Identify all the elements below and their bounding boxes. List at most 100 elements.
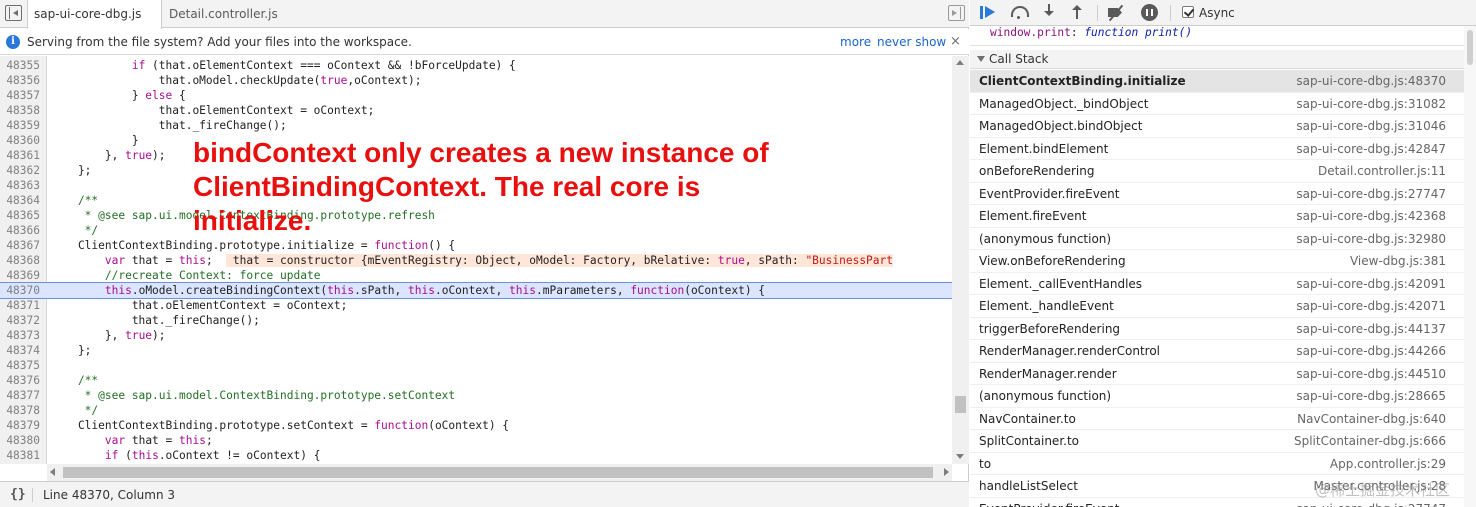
code-line[interactable]: 48371 that.oElementContext = oContext;: [0, 298, 952, 313]
call-frame[interactable]: SplitContainer.to SplitContainer-dbg.js:6…: [970, 430, 1464, 453]
call-frame[interactable]: Element.bindElement sap-ui-core-dbg.js:42…: [970, 138, 1464, 161]
line-number[interactable]: 48358: [0, 103, 40, 118]
toggle-navigator-icon[interactable]: [5, 5, 22, 21]
scroll-thumb[interactable]: [63, 467, 933, 478]
code-line[interactable]: 48357 } else {: [0, 88, 952, 103]
call-frame-location[interactable]: sap-ui-core-dbg.js:42071: [1296, 295, 1446, 318]
line-number[interactable]: 48375: [0, 358, 40, 373]
call-frame[interactable]: View.onBeforeRendering View-dbg.js:381: [970, 250, 1464, 273]
call-frame-location[interactable]: sap-ui-core-dbg.js:48370: [1296, 70, 1446, 93]
call-frame[interactable]: Element._callEventHandles sap-ui-core-dbg…: [970, 273, 1464, 296]
never-show-link[interactable]: never show: [877, 29, 946, 55]
line-number[interactable]: 48356: [0, 73, 40, 88]
code-line[interactable]: 48356 that.oModel.checkUpdate(true,oCont…: [0, 73, 952, 88]
code-line[interactable]: 48377 * @see sap.ui.model.ContextBinding…: [0, 388, 952, 403]
call-frame[interactable]: RenderManager.render sap-ui-core-dbg.js:4…: [970, 363, 1464, 386]
scroll-thumb[interactable]: [1467, 30, 1473, 65]
line-number[interactable]: 48373: [0, 328, 40, 343]
call-frame[interactable]: Element.fireEvent sap-ui-core-dbg.js:4236…: [970, 205, 1464, 228]
line-number[interactable]: 48380: [0, 433, 40, 448]
call-frame[interactable]: to App.controller.js:29: [970, 453, 1464, 476]
call-frame[interactable]: onBeforeRendering Detail.controller.js:11: [970, 160, 1464, 183]
line-number[interactable]: 48379: [0, 418, 40, 433]
call-frame-location[interactable]: App.controller.js:29: [1330, 453, 1446, 476]
code-line[interactable]: 48359 that._fireChange();: [0, 118, 952, 133]
code-line[interactable]: 48378 */: [0, 403, 952, 418]
code-line[interactable]: 48369 //recreate Context: force update: [0, 268, 952, 283]
line-number[interactable]: 48367: [0, 238, 40, 253]
code-line[interactable]: 48381 if (this.oContext != oContext) {: [0, 448, 952, 463]
line-number[interactable]: 48355: [0, 58, 40, 73]
call-frame-location[interactable]: sap-ui-core-dbg.js:44510: [1296, 363, 1446, 386]
line-number[interactable]: 48368: [0, 253, 40, 268]
call-frame-location[interactable]: sap-ui-core-dbg.js:44266: [1296, 340, 1446, 363]
line-number[interactable]: 48363: [0, 178, 40, 193]
line-number[interactable]: 48370: [0, 283, 40, 298]
scroll-up-icon[interactable]: [956, 60, 964, 65]
resume-icon[interactable]: [976, 0, 1004, 26]
call-frame[interactable]: ClientContextBinding.initialize sap-ui-co…: [970, 70, 1464, 93]
line-number[interactable]: 48381: [0, 448, 40, 463]
call-frame[interactable]: (anonymous function) sap-ui-core-dbg.js:2…: [970, 385, 1464, 408]
call-frame-location[interactable]: sap-ui-core-dbg.js:42847: [1296, 138, 1446, 161]
line-number[interactable]: 48376: [0, 373, 40, 388]
call-frame-location[interactable]: Detail.controller.js:11: [1318, 160, 1446, 183]
editor-vertical-scrollbar[interactable]: [952, 56, 969, 464]
call-frame-location[interactable]: sap-ui-core-dbg.js:32980: [1296, 228, 1446, 251]
line-number[interactable]: 48362: [0, 163, 40, 178]
step-out-icon[interactable]: [1064, 0, 1092, 26]
close-icon[interactable]: ×: [950, 29, 961, 55]
deactivate-breakpoints-icon[interactable]: [1102, 0, 1130, 26]
code-line[interactable]: 48373 }, true);: [0, 328, 952, 343]
line-number[interactable]: 48359: [0, 118, 40, 133]
line-number[interactable]: 48378: [0, 403, 40, 418]
pretty-print-icon[interactable]: {}: [10, 482, 26, 507]
call-frame[interactable]: NavContainer.to NavContainer-dbg.js:640: [970, 408, 1464, 431]
tab-detail-controller[interactable]: Detail.controller.js: [163, 0, 293, 28]
step-into-icon[interactable]: [1036, 0, 1064, 26]
call-frame[interactable]: Element._handleEvent sap-ui-core-dbg.js:4…: [970, 295, 1464, 318]
call-frame[interactable]: (anonymous function) sap-ui-core-dbg.js:3…: [970, 228, 1464, 251]
sidebar-scrollbar[interactable]: [1464, 26, 1476, 507]
scroll-right-icon[interactable]: [944, 468, 949, 476]
code-line[interactable]: 48367 ClientContextBinding.prototype.ini…: [0, 238, 952, 253]
line-number[interactable]: 48366: [0, 223, 40, 238]
call-stack-header[interactable]: Call Stack: [970, 50, 1464, 69]
call-frame-location[interactable]: sap-ui-core-dbg.js:42368: [1296, 205, 1446, 228]
code-line[interactable]: 48374 };: [0, 343, 952, 358]
call-frame-location[interactable]: NavContainer-dbg.js:640: [1297, 408, 1446, 431]
code-line[interactable]: 48380 var that = this;: [0, 433, 952, 448]
more-link[interactable]: more: [840, 29, 871, 55]
pause-on-exceptions-icon[interactable]: [1136, 0, 1164, 26]
call-frame-location[interactable]: sap-ui-core-dbg.js:42091: [1296, 273, 1446, 296]
async-checkbox[interactable]: [1182, 6, 1194, 18]
line-number[interactable]: 48371: [0, 298, 40, 313]
line-number[interactable]: 48360: [0, 133, 40, 148]
disclosure-triangle-icon[interactable]: [977, 56, 985, 62]
line-number[interactable]: 48365: [0, 208, 40, 223]
line-number[interactable]: 48369: [0, 268, 40, 283]
line-number[interactable]: 48372: [0, 313, 40, 328]
step-over-icon[interactable]: [1006, 0, 1034, 26]
scroll-down-icon[interactable]: [956, 454, 964, 459]
code-line[interactable]: 48358 that.oElementContext = oContext;: [0, 103, 952, 118]
line-number[interactable]: 48377: [0, 388, 40, 403]
call-frame[interactable]: triggerBeforeRendering sap-ui-core-dbg.js…: [970, 318, 1464, 340]
call-frame[interactable]: ManagedObject._bindObject sap-ui-core-dbg…: [970, 93, 1464, 115]
code-line[interactable]: 48376 /**: [0, 373, 952, 388]
editor-horizontal-scrollbar[interactable]: [47, 464, 952, 481]
code-editor[interactable]: 48355 if (that.oElementContext === oCont…: [0, 56, 969, 464]
code-line[interactable]: 48372 that._fireChange();: [0, 313, 952, 328]
line-number[interactable]: 48382: [0, 463, 40, 464]
line-number[interactable]: 48361: [0, 148, 40, 163]
toggle-debugger-icon[interactable]: [948, 5, 965, 21]
scroll-thumb[interactable]: [955, 396, 966, 413]
call-frame[interactable]: EventProvider.fireEvent sap-ui-core-dbg.j…: [970, 183, 1464, 205]
call-frame-location[interactable]: sap-ui-core-dbg.js:28665: [1296, 385, 1446, 408]
scroll-left-icon[interactable]: [50, 468, 55, 476]
line-number[interactable]: 48364: [0, 193, 40, 208]
line-number[interactable]: 48374: [0, 343, 40, 358]
execution-line[interactable]: 48370 this.oModel.createBindingContext(t…: [0, 282, 953, 299]
call-frame[interactable]: ManagedObject.bindObject sap-ui-core-dbg.…: [970, 115, 1464, 138]
call-frame-location[interactable]: View-dbg.js:381: [1350, 250, 1446, 273]
